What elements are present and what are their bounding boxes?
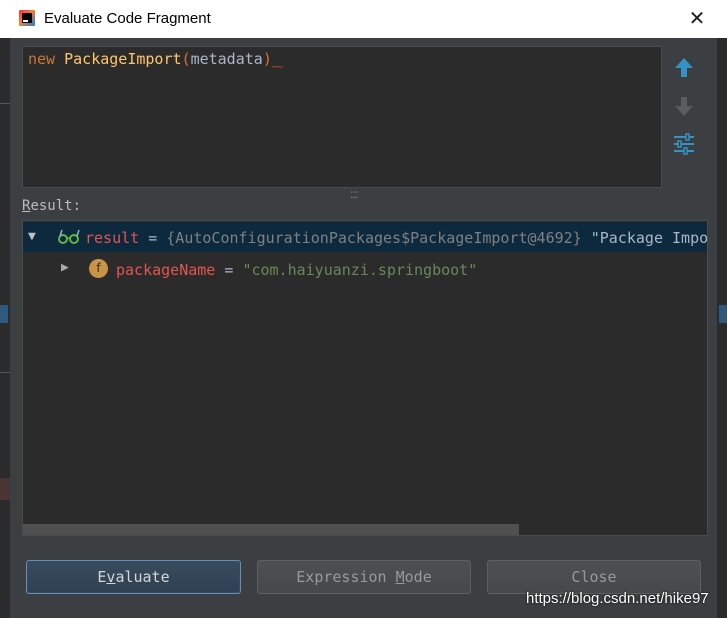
background-selection — [0, 305, 8, 323]
tree-row-packagename[interactable]: ▶ f packageName = "com.haiyuanzi.springb… — [23, 254, 707, 284]
history-up-button[interactable] — [670, 54, 698, 82]
expression-mode-button[interactable]: Expression Mode — [257, 560, 471, 594]
evaluate-button[interactable]: Evaluate — [26, 560, 241, 594]
watch-glasses-icon — [58, 229, 80, 244]
field-name: packageName — [116, 261, 216, 279]
expand-triangle-icon[interactable]: ▶ — [61, 260, 69, 275]
result-label: Result: — [22, 198, 82, 214]
intellij-logo-icon — [19, 10, 35, 26]
error-squiggle: ﹏ — [271, 56, 283, 69]
close-button[interactable]: Close — [487, 560, 701, 594]
tree-row-result[interactable]: ▼ result = {AutoConfigurationPackages$Pa… — [23, 222, 707, 252]
code-keyword: new — [28, 50, 56, 68]
dialog-title: Evaluate Code Fragment — [44, 10, 211, 27]
close-window-button[interactable]: ✕ — [684, 6, 710, 32]
history-down-button[interactable] — [670, 92, 698, 120]
code-argument: metadata — [190, 50, 263, 68]
background-divider — [0, 372, 10, 373]
result-tree[interactable]: ▼ result = {AutoConfigurationPackages$Pa… — [22, 220, 708, 536]
splitter-handle[interactable]: ⁚⁚⁚⁚ — [350, 190, 359, 201]
evaluate-dialog: new PackageImport(metadata)﹏ ⁚⁚⁚⁚ Result… — [10, 38, 717, 618]
collapse-triangle-icon[interactable]: ▼ — [28, 229, 36, 244]
equals-sign: = — [215, 261, 243, 279]
settings-icon — [674, 133, 694, 155]
watermark: https://blog.csdn.net/hike97 — [526, 590, 709, 607]
background-highlight — [0, 478, 10, 500]
field-value: "com.haiyuanzi.springboot" — [242, 261, 478, 279]
code-open-paren: ( — [181, 50, 191, 68]
result-value: "Package Impo — [581, 229, 708, 247]
horizontal-scrollbar[interactable] — [23, 523, 707, 535]
code-close-paren: ) — [262, 50, 272, 68]
result-name: result — [85, 229, 140, 247]
equals-sign: = — [139, 229, 167, 247]
background-divider — [0, 103, 10, 104]
background-selection — [719, 305, 727, 323]
arrow-down-icon — [675, 97, 693, 116]
arrow-up-icon — [675, 58, 693, 77]
code-class-name: PackageImport — [64, 50, 182, 68]
field-icon: f — [89, 259, 108, 278]
code-fragment-editor[interactable]: new PackageImport(metadata)﹏ — [22, 46, 662, 188]
scrollbar-thumb[interactable] — [23, 524, 519, 535]
settings-button[interactable] — [670, 130, 698, 158]
dialog-titlebar[interactable]: Evaluate Code Fragment ✕ — [0, 0, 727, 38]
result-type: {AutoConfigurationPackages$PackageImport… — [166, 229, 582, 247]
